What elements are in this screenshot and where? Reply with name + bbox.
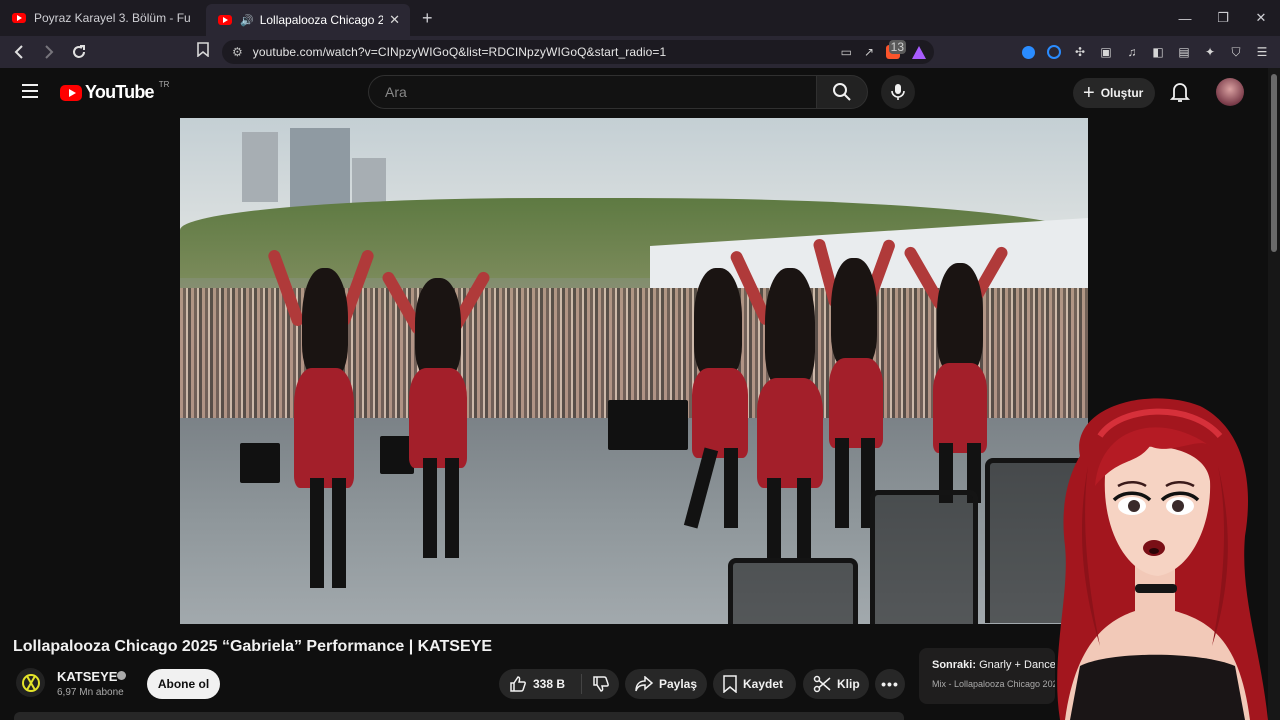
share-label: Paylaş (659, 677, 698, 691)
plus-icon: + (1083, 82, 1095, 104)
video-dancer (380, 258, 492, 558)
up-next-playlist: Mix - Lollapalooza Chicago 2025 (932, 679, 1055, 689)
video-dancer (266, 238, 376, 588)
youtube-header: YouTube TR + Oluştur (0, 68, 1268, 118)
up-next-prefix: Sonraki: (932, 659, 977, 671)
logo-text: YouTube (85, 82, 155, 102)
like-button[interactable]: 338 B (509, 675, 565, 693)
extensions-puzzle-icon[interactable]: ✣ (1072, 44, 1088, 60)
like-dislike-group: 338 B (499, 669, 619, 699)
search-button[interactable] (816, 75, 868, 109)
vpn-shield-icon[interactable]: ⛉ (1228, 44, 1244, 60)
video-actions: 338 B Paylaş Kaydet Klip ••• (0, 669, 910, 699)
address-bar[interactable]: ⚙ youtube.com/watch?v=CINpzyWIGoQ&list=R… (222, 40, 934, 64)
more-dots-icon: ••• (881, 676, 899, 692)
clip-label: Klip (837, 677, 860, 691)
share-arrow-icon (635, 676, 653, 692)
up-next-card[interactable]: Sonraki: Gnarly + Dance Mix - Lollapaloo… (919, 648, 1055, 704)
up-next-line: Sonraki: Gnarly + Dance (932, 659, 1055, 671)
browser-toolbar: ⚙ youtube.com/watch?v=CINpzyWIGoQ&list=R… (0, 36, 1280, 68)
thumbs-down-icon (593, 676, 609, 692)
video-title: Lollapalooza Chicago 2025 “Gabriela” Per… (13, 638, 492, 655)
media-controls-icon[interactable]: ♫ (1124, 44, 1140, 60)
cast-icon[interactable]: ▭ (841, 45, 852, 59)
extension-shazam-icon[interactable] (1020, 44, 1036, 60)
search-box (368, 75, 816, 109)
page-scrollbar[interactable] (1268, 68, 1280, 720)
speaker-icon[interactable]: 🔊 (240, 14, 254, 27)
more-actions-button[interactable]: ••• (875, 669, 905, 699)
voice-search-button[interactable] (881, 75, 915, 109)
video-stage-monitor (608, 400, 688, 450)
tab-title: Lollapalooza Chicago 2025 “Gabriela” Per… (259, 13, 384, 27)
forward-button[interactable] (36, 39, 62, 65)
minimize-icon[interactable]: — (1166, 0, 1204, 36)
menu-icon[interactable]: ☰ (1254, 44, 1270, 60)
save-label: Kaydet (743, 677, 784, 691)
microphone-icon (891, 84, 905, 100)
youtube-favicon-icon (12, 13, 26, 23)
new-tab-button[interactable]: + (422, 8, 433, 29)
video-player[interactable] (180, 118, 1088, 624)
save-button[interactable]: Kaydet (713, 669, 796, 699)
video-chair (728, 558, 858, 624)
youtube-play-icon (60, 84, 82, 101)
share-button[interactable]: Paylaş (625, 669, 707, 699)
tab-title: Poyraz Karayel 3. Bölüm - Full Bölüm (34, 11, 190, 25)
search-icon (833, 83, 851, 101)
search-input[interactable] (383, 83, 787, 101)
leo-ai-icon[interactable]: ✦ (1202, 44, 1218, 60)
save-bookmark-icon (723, 675, 737, 693)
bookmark-icon[interactable] (197, 42, 209, 60)
back-button[interactable] (6, 39, 32, 65)
streamer-avatar-overlay (1057, 398, 1268, 720)
clip-button[interactable]: Klip (803, 669, 869, 699)
video-building (290, 128, 350, 208)
like-separator (581, 674, 583, 694)
extension-box-icon[interactable]: ▣ (1098, 44, 1114, 60)
browser-tab-lollapalooza[interactable]: 🔊 Lollapalooza Chicago 2025 “Gabriela” P… (206, 4, 410, 36)
browser-tab-poyraz[interactable]: Poyraz Karayel 3. Bölüm - Full Bölüm (0, 0, 200, 36)
thumbs-up-icon (510, 676, 526, 692)
wallet-icon[interactable]: ▤ (1176, 44, 1192, 60)
create-label: Oluştur (1100, 86, 1144, 100)
country-code: TR (158, 80, 170, 89)
reload-button[interactable] (66, 39, 92, 65)
youtube-favicon-icon (218, 15, 232, 25)
window-controls: — ❐ ✕ (1166, 0, 1280, 36)
restore-icon[interactable]: ❐ (1204, 0, 1242, 36)
close-tab-icon[interactable]: ✕ (389, 12, 400, 28)
account-avatar[interactable] (1216, 78, 1244, 106)
video-stage-monitor (240, 443, 280, 483)
scissors-icon (813, 675, 831, 693)
description-box[interactable] (14, 712, 904, 720)
extension-circle-icon[interactable] (1046, 44, 1062, 60)
browser-tabstrip: Poyraz Karayel 3. Bölüm - Full Bölüm 🔊 L… (0, 0, 1280, 36)
url-text: youtube.com/watch?v=CINpzyWIGoQ&list=RDC… (252, 45, 667, 59)
scrollbar-thumb[interactable] (1271, 74, 1277, 252)
brave-shields-icon[interactable]: 13 (886, 40, 906, 59)
guide-menu-icon[interactable] (22, 84, 38, 98)
video-building (242, 132, 278, 202)
brave-rewards-icon[interactable] (912, 45, 926, 59)
like-count: 338 B (533, 677, 566, 691)
video-chair (870, 490, 978, 624)
video-dancer (812, 237, 897, 528)
extensions-area: ✣ ▣ ♫ ◧ ▤ ✦ ⛉ ☰ (1020, 36, 1270, 68)
notifications-bell-icon[interactable] (1170, 81, 1190, 103)
share-page-icon[interactable]: ↗ (864, 45, 874, 59)
youtube-logo[interactable]: YouTube TR (60, 80, 170, 103)
site-settings-icon[interactable]: ⚙ (232, 45, 243, 59)
close-window-icon[interactable]: ✕ (1242, 0, 1280, 36)
dislike-button[interactable] (592, 675, 610, 693)
shield-count: 13 (888, 40, 906, 54)
create-button[interactable]: + Oluştur (1073, 78, 1156, 108)
sidebar-icon[interactable]: ◧ (1150, 44, 1166, 60)
